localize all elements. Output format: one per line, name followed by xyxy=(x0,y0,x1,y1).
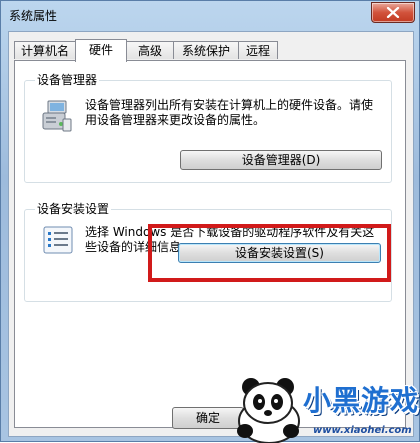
device-manager-button[interactable]: 设备管理器(D) xyxy=(180,150,382,170)
watermark-url: www.xiaohei.com xyxy=(313,425,412,436)
watermark-brand: 小黑游戏 xyxy=(303,384,420,417)
tab-hardware[interactable]: 硬件 xyxy=(75,39,127,62)
close-button[interactable] xyxy=(371,2,415,23)
device-manager-description-line1: 设备管理器列出所有安装在计算机上的硬件设备。请使 xyxy=(85,98,374,112)
settings-checklist-icon xyxy=(43,226,73,254)
device-manager-description-line2: 用设备管理器来更改设备的属性。 xyxy=(85,113,266,127)
watermark-overlay: 小黑游戏 www.xiaohei.com xyxy=(229,373,420,443)
panda-mascot-icon xyxy=(237,378,300,443)
close-icon xyxy=(386,7,400,18)
device-install-settings-button[interactable]: 设备安装设置(S) xyxy=(178,243,381,263)
window-title: 系统属性 xyxy=(9,9,58,23)
system-properties-window: 系统属性 计算机名 硬件 高级 系统保护 远程 设备管理器 设备管理器列出所有安… xyxy=(0,0,420,443)
device-manager-group-title: 设备管理器 xyxy=(35,73,100,87)
device-install-group-title: 设备安装设置 xyxy=(35,202,112,216)
device-manager-icon xyxy=(42,100,72,132)
tab-system-protection[interactable]: 系统保护 xyxy=(173,41,239,59)
tab-advanced[interactable]: 高级 xyxy=(126,41,174,59)
title-bar[interactable]: 系统属性 xyxy=(1,1,419,29)
device-manager-group: 设备管理器 设备管理器列出所有安装在计算机上的硬件设备。请使 用设备管理器来更改… xyxy=(24,73,392,183)
tab-computer-name[interactable]: 计算机名 xyxy=(14,41,76,59)
tab-remote[interactable]: 远程 xyxy=(238,41,278,59)
